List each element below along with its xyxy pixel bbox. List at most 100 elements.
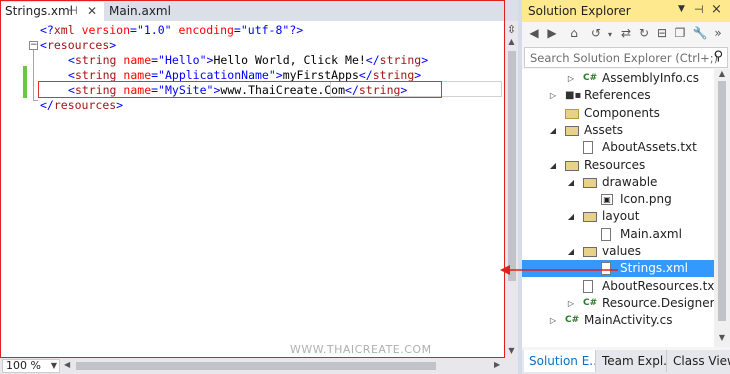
chevron-down-icon: ▼ (50, 361, 57, 370)
expanded-arrow-icon[interactable]: ◢ (566, 174, 576, 191)
tree-item-label: Resources (584, 157, 646, 172)
tree-vertical-scrollbar[interactable]: ▲ ▼ (714, 69, 730, 347)
tree-item-label: AssemblyInfo.cs (602, 71, 700, 85)
folder-icon (565, 108, 579, 119)
folder-open-icon (565, 125, 579, 136)
tree-item[interactable]: ▷ C# MainActivity.cs (522, 312, 714, 329)
tree-item-label: Strings.xml (620, 261, 689, 276)
csharp-file-icon: C# (583, 297, 598, 308)
scroll-thumb[interactable] (508, 51, 516, 281)
code-line-3: <string name="Hello">Hello World, Click … (68, 53, 429, 67)
solution-explorer-toolbar: ◀ ▶ ⌂ ↺ ▾ ⇄ ↻ ⊟ ❐ 🔧 » (522, 22, 730, 46)
tab-team-explorer[interactable]: Team Expl... (597, 350, 667, 372)
folder-open-icon (583, 212, 597, 223)
close-icon[interactable]: ✕ (87, 2, 97, 20)
highlight-box (38, 81, 442, 98)
solution-tree[interactable]: ▷ C# AssemblyInfo.cs ▷ ■▪ References Component… (522, 69, 714, 347)
editor-vertical-scrollbar[interactable]: ⇳ ▲ ▼ (505, 21, 518, 358)
folder-open-icon (583, 177, 597, 188)
sync-icon[interactable]: ⇄ (618, 26, 634, 40)
close-icon[interactable]: × (711, 2, 722, 17)
expanded-arrow-icon[interactable]: ◢ (566, 208, 576, 225)
tab-label: Strings.xml (5, 4, 74, 18)
tab-class-view[interactable]: Class View (668, 350, 730, 372)
tree-item[interactable]: ◢ layout (522, 208, 714, 225)
zoom-value: 100 % (6, 359, 41, 372)
collapsed-arrow-icon[interactable]: ▷ (548, 312, 558, 329)
home-icon[interactable]: ⌂ (566, 26, 582, 40)
scroll-up-icon[interactable]: ▲ (714, 69, 730, 78)
tree-item-label: Main.axml (620, 226, 682, 241)
expanded-arrow-icon[interactable]: ◢ (548, 122, 558, 139)
tree-item[interactable]: ◢ Resources (522, 157, 714, 174)
editor-pane: Strings.xml ⊣ ✕ Main.axml − <?xml versio… (0, 0, 518, 374)
refresh-icon[interactable]: ↻ (636, 26, 652, 40)
scroll-right-icon[interactable]: ▶ (494, 360, 500, 369)
folder-open-icon (565, 160, 579, 171)
pin-icon[interactable]: ⊣ (68, 2, 78, 20)
tree-item[interactable]: ◢ values (522, 243, 714, 260)
watermark: WWW.THAICREATE.COM (290, 343, 432, 356)
search-icon[interactable]: ⚲ (713, 49, 723, 64)
tree-item[interactable]: ▣ Icon.png (522, 191, 714, 208)
properties-icon[interactable]: 🔧 (692, 26, 708, 40)
tree-item[interactable]: AboutAssets.txt (522, 139, 714, 156)
tree-item[interactable]: Strings.xml (522, 260, 714, 278)
tree-item-label: AboutAssets.txt (602, 140, 697, 155)
code-editor[interactable]: − <?xml version="1.0" encoding="utf-8"?>… (0, 21, 505, 358)
copy-icon[interactable]: ❐ (672, 26, 688, 40)
tree-item[interactable]: Components (522, 105, 714, 122)
csharp-file-icon: C# (583, 73, 598, 83)
file-icon (601, 227, 611, 241)
tree-item-label: Resource.Designer.cs (602, 295, 714, 310)
collapsed-arrow-icon[interactable]: ▷ (566, 295, 576, 312)
tree-item[interactable]: ◢ drawable (522, 174, 714, 191)
collapse-all-icon[interactable]: ⊟ (654, 26, 670, 40)
search-input[interactable]: Search Solution Explorer (Ctrl+;) ⚲ (524, 47, 728, 68)
collapse-toggle-icon[interactable]: − (29, 41, 38, 50)
back-icon[interactable]: ◀ (526, 26, 542, 40)
tree-item[interactable]: ▷ C# Resource.Designer.cs (522, 295, 714, 312)
tree-item[interactable]: ◢ Assets (522, 122, 714, 139)
collapsed-arrow-icon[interactable]: ▷ (548, 87, 558, 104)
xml-file-icon (601, 262, 611, 276)
scroll-up-icon[interactable]: ▲ (505, 37, 518, 46)
tree-item[interactable]: AboutResources.txt (522, 278, 714, 295)
tree-item-label: values (602, 244, 642, 258)
more-icon[interactable]: » (710, 26, 726, 40)
tree-item-label: AboutResources.txt (602, 278, 714, 293)
split-icon[interactable]: ⇳ (505, 23, 518, 36)
panel-title: Solution Explorer (528, 4, 631, 18)
tree-item[interactable]: Main.axml (522, 226, 714, 243)
tab-solution-explorer[interactable]: Solution E... (524, 350, 596, 372)
forward-icon[interactable]: ▶ (544, 26, 560, 40)
collapsed-arrow-icon[interactable]: ▷ (566, 70, 576, 87)
text-file-icon (583, 279, 593, 293)
tab-main-axml[interactable]: Main.axml (104, 2, 184, 21)
scroll-down-icon[interactable]: ▼ (505, 346, 518, 355)
outlining-margin: − (0, 21, 38, 358)
document-tab-strip: Strings.xml ⊣ ✕ Main.axml (0, 0, 518, 21)
expanded-arrow-icon[interactable]: ◢ (548, 157, 558, 174)
scroll-down-icon[interactable]: ▼ (714, 333, 730, 342)
tree-item-label: drawable (602, 174, 658, 189)
chevron-down-icon[interactable]: ▼ (678, 4, 685, 14)
csharp-file-icon: C# (565, 315, 580, 326)
tree-item[interactable]: ▷ ■▪ References (522, 87, 714, 104)
outline-guide (33, 50, 34, 100)
solution-explorer-titlebar: Solution Explorer ▼ ⊣ × (522, 0, 730, 22)
solution-explorer-panel: Solution Explorer ▼ ⊣ × ◀ ▶ ⌂ ↺ ▾ ⇄ ↻ ⊟ … (522, 0, 730, 374)
chevron-down-icon[interactable]: ▾ (602, 30, 618, 39)
zoom-dropdown[interactable]: 100 % ▼ (2, 359, 60, 373)
editor-bottom-bar: 100 % ▼ ◀ ▶ (0, 358, 518, 374)
image-file-icon: ▣ (601, 194, 613, 206)
tree-item[interactable]: ▷ C# AssemblyInfo.cs (522, 70, 714, 87)
folder-open-icon (583, 247, 597, 257)
expanded-arrow-icon[interactable]: ◢ (566, 243, 576, 260)
pin-icon[interactable]: ⊣ (694, 3, 704, 16)
tab-strings-xml[interactable]: Strings.xml ⊣ ✕ (0, 2, 104, 21)
scroll-thumb[interactable] (718, 81, 726, 321)
horizontal-scroll-thumb[interactable] (76, 362, 436, 370)
text-file-icon (583, 141, 593, 155)
scroll-left-icon[interactable]: ◀ (64, 360, 70, 369)
